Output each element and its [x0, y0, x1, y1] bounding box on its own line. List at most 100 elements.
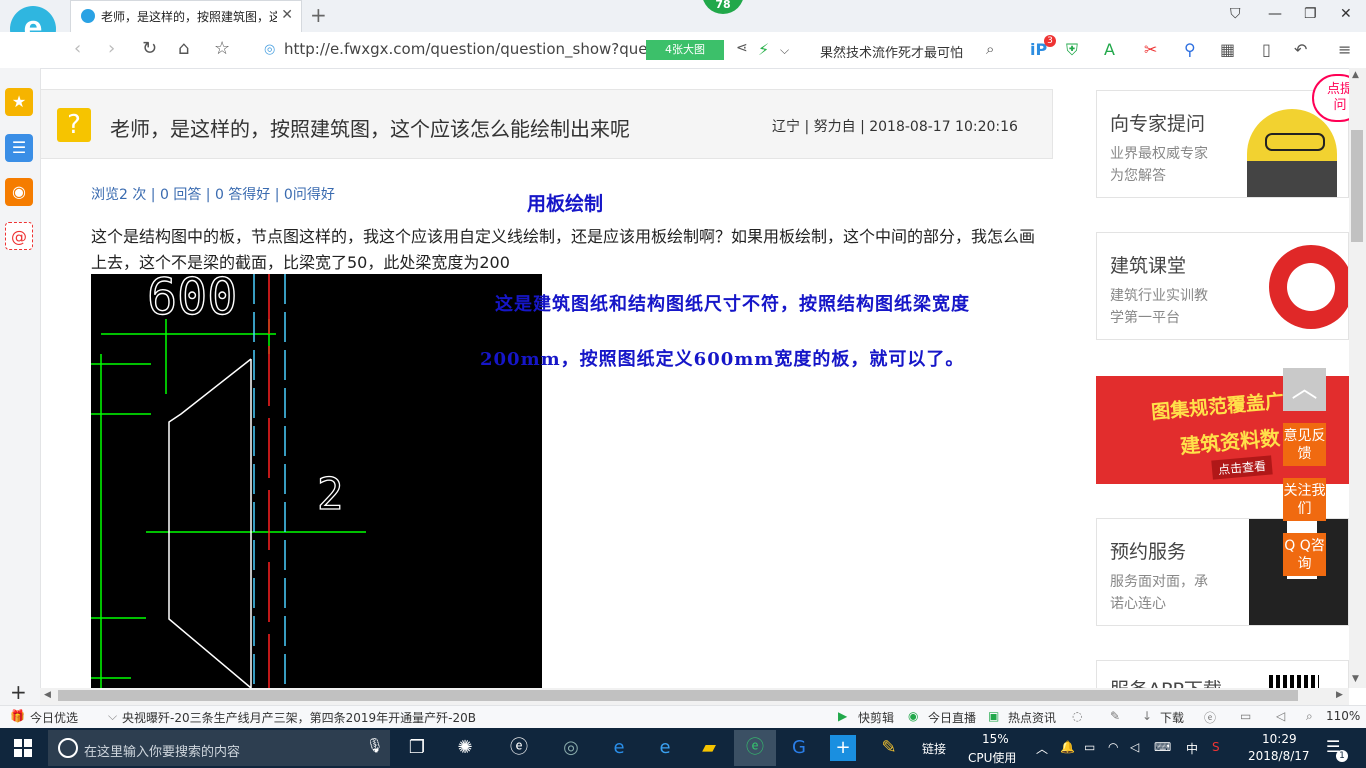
plus-app-icon[interactable]: +: [830, 735, 856, 761]
address-input[interactable]: http://e.fwxgx.com/question/question_sho…: [284, 40, 648, 58]
card-ask-expert[interactable]: 向专家提问 业界最权威专家 为您解答: [1096, 90, 1349, 198]
device-icon[interactable]: ▯: [1262, 40, 1271, 59]
horizontal-scroll-thumb[interactable]: [58, 690, 1298, 701]
browser-task-icon[interactable]: ⓔ: [734, 730, 776, 766]
reading-list-icon[interactable]: ☰: [5, 134, 33, 162]
mail-icon[interactable]: @: [5, 222, 33, 250]
sidebar-add-icon[interactable]: +: [10, 680, 27, 704]
share-icon[interactable]: ⋖: [736, 40, 748, 56]
scroll-left-icon[interactable]: ◀: [44, 690, 51, 700]
big-image-button[interactable]: 4张大图: [646, 40, 724, 60]
menu-icon[interactable]: ≡: [1338, 40, 1351, 59]
ime-indicator[interactable]: 中: [1186, 740, 1198, 757]
weibo-icon[interactable]: ◉: [5, 178, 33, 206]
status-item-live[interactable]: 今日直播: [928, 709, 976, 726]
pin-icon[interactable]: ✎: [1110, 709, 1120, 723]
edge-icon[interactable]: e: [604, 734, 634, 762]
undo-icon[interactable]: ↶: [1294, 40, 1307, 59]
status-item-kuaijianji[interactable]: 快剪辑: [858, 709, 894, 726]
swirl-logo-inner: [1287, 263, 1335, 311]
new-tab-icon[interactable]: +: [310, 3, 327, 27]
refresh-icon[interactable]: ↻: [142, 38, 157, 59]
back-to-top-icon[interactable]: ︿: [1283, 368, 1326, 411]
download-icon: ↓: [1142, 709, 1153, 723]
site-security-icon[interactable]: ◎: [264, 42, 275, 57]
favorites-star-icon[interactable]: ★: [5, 88, 33, 116]
card-title: 建筑课堂: [1110, 255, 1187, 277]
scissors-icon[interactable]: ✂: [1144, 40, 1157, 59]
banner-line-1: 图集规范覆盖广: [1150, 391, 1285, 424]
volume-icon[interactable]: ◁: [1276, 709, 1285, 723]
zoom-icon[interactable]: ⌕: [1306, 709, 1313, 724]
cad-label-2: 2: [317, 469, 344, 520]
minimize-icon[interactable]: —: [1268, 6, 1282, 22]
speaker-icon[interactable]: ◁: [1130, 740, 1139, 754]
vertical-scroll-thumb[interactable]: [1351, 130, 1363, 242]
shirt-skin-icon[interactable]: ⛉: [1230, 6, 1241, 22]
notes-app-icon[interactable]: ✎: [874, 734, 904, 762]
home-icon[interactable]: ⌂: [178, 38, 189, 59]
search-icon[interactable]: ⌕: [986, 40, 994, 58]
apps-grid-icon[interactable]: ▦: [1220, 40, 1235, 59]
taskbar-search-box[interactable]: 在这里输入你要搜索的内容 🎙: [48, 730, 390, 766]
translate-icon[interactable]: A: [1104, 40, 1115, 59]
download-link[interactable]: 下载: [1160, 709, 1184, 726]
status-item-news[interactable]: 热点资讯: [1008, 709, 1056, 726]
forward-icon[interactable]: ›: [108, 38, 115, 59]
scroll-up-icon[interactable]: ▲: [1352, 70, 1359, 80]
wifi-icon[interactable]: ◠: [1108, 740, 1118, 754]
favorite-star-icon[interactable]: ☆: [214, 38, 230, 59]
qq-consult-button[interactable]: Q Q咨询: [1283, 533, 1326, 576]
scroll-right-icon[interactable]: ▶: [1336, 690, 1343, 700]
zoom-level[interactable]: 110%: [1326, 709, 1360, 723]
card-desc: 业界最权威专家 为您解答: [1110, 146, 1208, 184]
browser-mini-icon[interactable]: ⓔ: [1204, 709, 1216, 726]
back-icon[interactable]: ‹: [74, 38, 81, 59]
news-ticker-link[interactable]: 央视曝歼-20三条生产线月产三架，第四条2019年开通量产歼-20B: [122, 709, 476, 726]
g-app-icon[interactable]: G: [784, 734, 814, 762]
question-stats[interactable]: 浏览2 次 | 0 回答 | 0 答得好 | 0问得好: [91, 184, 335, 204]
ie-app-icon[interactable]: ⓔ: [504, 734, 534, 762]
magnifier-icon[interactable]: ⚲: [1184, 40, 1196, 59]
chevron-down-icon[interactable]: ⌵: [780, 43, 789, 58]
browser-tab[interactable]: 老师，是这样的，按照建筑图，这 ✕: [70, 0, 302, 32]
microphone-icon[interactable]: 🎙: [366, 738, 384, 754]
notification-count-badge: 1: [1336, 750, 1348, 762]
tray-expand-icon[interactable]: ︿: [1036, 740, 1048, 757]
close-window-icon[interactable]: ✕: [1340, 6, 1352, 22]
lightning-icon[interactable]: ⚡: [758, 40, 769, 59]
window-icon[interactable]: ▭: [1240, 709, 1251, 723]
fan-app-icon[interactable]: ✺: [450, 734, 480, 762]
restore-icon[interactable]: ❐: [1304, 6, 1317, 22]
daily-picks-link[interactable]: 今日优选: [30, 709, 78, 726]
scroll-down-icon[interactable]: ▼: [1352, 674, 1359, 684]
cpu-percent: 15%: [982, 732, 1009, 746]
card-building-class[interactable]: 建筑课堂 建筑行业实训教 学第一平台: [1096, 232, 1349, 340]
file-explorer-icon[interactable]: ▰: [694, 734, 724, 762]
news-icon: ▣: [988, 709, 1000, 723]
live-icon: ◉: [908, 709, 919, 723]
speed-icon[interactable]: ◌: [1072, 709, 1082, 723]
360-app-icon[interactable]: ◎: [556, 734, 586, 762]
links-toolbar[interactable]: 链接: [922, 740, 946, 757]
follow-us-button[interactable]: 关注我们: [1283, 478, 1326, 521]
clock-date[interactable]: 2018/8/17: [1248, 749, 1310, 763]
banner-view-button[interactable]: 点击查看: [1211, 455, 1273, 480]
ie-icon[interactable]: e: [650, 734, 680, 762]
cortana-icon: [58, 738, 78, 758]
sogou-ime-icon[interactable]: S: [1212, 740, 1220, 754]
card-title: 向专家提问: [1110, 113, 1206, 135]
keyboard-icon[interactable]: ⌨: [1154, 740, 1171, 754]
battery-icon[interactable]: ▭: [1084, 740, 1095, 754]
chevron-down-icon: ⌵: [108, 709, 118, 723]
taskbar-search-placeholder: 在这里输入你要搜索的内容: [84, 745, 241, 760]
task-view-icon[interactable]: ❐: [402, 734, 432, 762]
feedback-button[interactable]: 意见反馈: [1283, 423, 1326, 466]
search-input[interactable]: 果然技术流作死才最可怕: [820, 42, 963, 61]
windows-start-icon[interactable]: [14, 739, 32, 757]
shield-icon[interactable]: ⛨: [1066, 40, 1078, 60]
clock-time[interactable]: 10:29: [1262, 732, 1297, 746]
card-app-download[interactable]: 服务APP下载: [1096, 660, 1349, 690]
tab-close-icon[interactable]: ✕: [281, 7, 293, 23]
notification-bell-icon[interactable]: 🔔: [1060, 740, 1075, 754]
